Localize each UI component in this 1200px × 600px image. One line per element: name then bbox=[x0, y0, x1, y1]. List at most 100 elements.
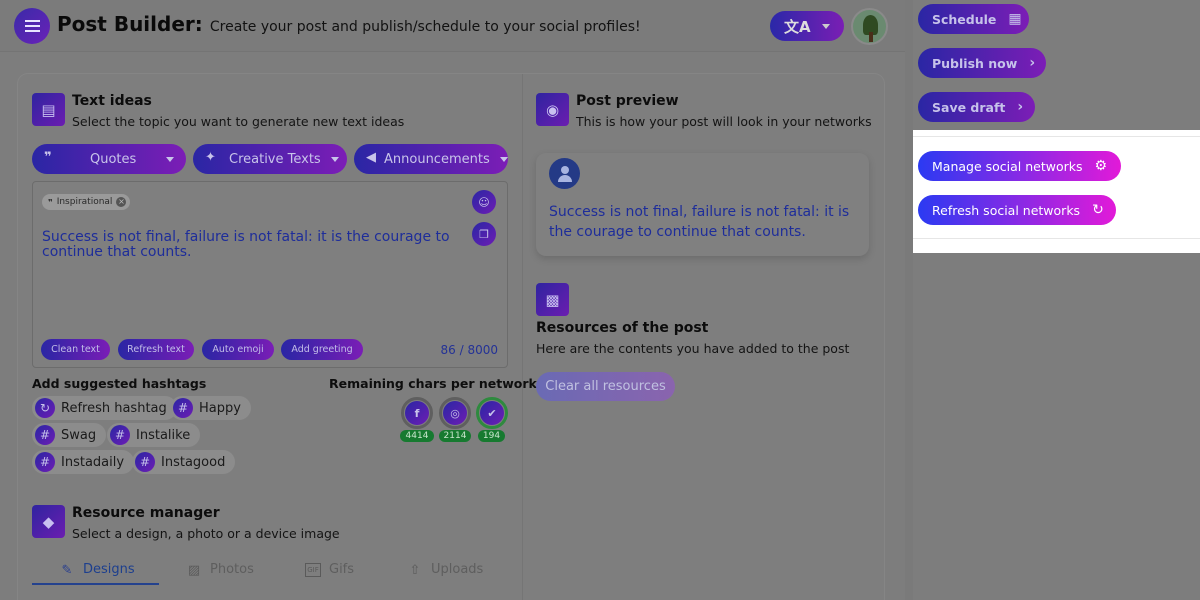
eye-icon: ◉ bbox=[536, 93, 569, 126]
text-editor[interactable]: ❞ Inspirational × Success is not final, … bbox=[32, 181, 508, 368]
editor-text[interactable]: Success is not final, failure is not fat… bbox=[42, 230, 462, 260]
facebook-network: f bbox=[401, 397, 433, 429]
publish-label: Publish now bbox=[932, 55, 1018, 71]
tab-label: Uploads bbox=[431, 562, 484, 577]
hash-icon: # bbox=[35, 452, 55, 472]
hash-icon: # bbox=[173, 398, 193, 418]
tab-designs[interactable]: ✎ Designs bbox=[59, 562, 135, 578]
menu-button[interactable] bbox=[14, 8, 50, 44]
refresh-hashtag-button[interactable]: ↻ Refresh hashtag bbox=[32, 396, 177, 420]
refresh-icon: ↻ bbox=[35, 398, 55, 418]
facebook-remaining-count: 4414 bbox=[400, 430, 434, 442]
chevron-down-icon bbox=[822, 23, 830, 29]
post-preview-title: Post preview bbox=[576, 93, 679, 109]
hashtag-chip[interactable]: # Instalike bbox=[107, 423, 201, 447]
top-bar: Post Builder: Create your post and publi… bbox=[0, 0, 905, 52]
instagram-icon: ◎ bbox=[443, 401, 467, 425]
avatar[interactable] bbox=[851, 8, 888, 45]
topic-chip[interactable]: ❞ Inspirational × bbox=[42, 194, 131, 210]
tab-gifs[interactable]: GIF Gifs bbox=[305, 562, 354, 577]
topic-chip-label: Inspirational bbox=[56, 197, 113, 207]
resource-manager-subtitle: Select a design, a photo or a device ima… bbox=[72, 526, 340, 541]
auto-emoji-button[interactable]: Auto emoji bbox=[202, 339, 274, 360]
text-ideas-subtitle: Select the topic you want to generate ne… bbox=[72, 114, 405, 129]
add-greeting-button[interactable]: Add greeting bbox=[281, 339, 363, 360]
tab-label: Photos bbox=[210, 562, 254, 577]
post-preview-card: Success is not final, failure is not fat… bbox=[536, 153, 869, 256]
megaphone-icon: ◀ bbox=[366, 150, 376, 165]
facebook-icon: f bbox=[405, 401, 429, 425]
hashtag-label: Happy bbox=[199, 400, 241, 416]
resource-manager-title: Resource manager bbox=[72, 505, 220, 521]
tab-uploads[interactable]: ⇧ Uploads bbox=[407, 562, 484, 578]
magic-wand-icon: ✎ bbox=[61, 562, 73, 578]
hashtag-chip[interactable]: # Swag bbox=[32, 423, 107, 447]
language-button[interactable]: 文A bbox=[770, 11, 844, 41]
user-avatar-icon bbox=[549, 158, 580, 189]
close-icon[interactable]: × bbox=[116, 197, 127, 207]
chevron-down-icon bbox=[166, 156, 174, 162]
image-icon: ▨ bbox=[187, 562, 201, 578]
tab-label: Gifs bbox=[329, 562, 355, 577]
remaining-chars-title: Remaining chars per network bbox=[329, 376, 537, 391]
category-label: Announcements bbox=[384, 151, 490, 167]
hash-icon: # bbox=[110, 425, 130, 445]
divider bbox=[913, 136, 1200, 137]
twitter-network: ✔ bbox=[476, 397, 508, 429]
hashtag-label: Instalike bbox=[136, 427, 191, 443]
divider bbox=[913, 238, 1200, 239]
save-draft-label: Save draft bbox=[932, 99, 1006, 115]
hashtag-label: Instadaily bbox=[61, 454, 125, 470]
sparkle-icon: ✦ bbox=[205, 150, 216, 165]
manage-label: Manage social networks bbox=[932, 158, 1083, 174]
page-title: Post Builder: Create your post and publi… bbox=[57, 12, 641, 36]
hash-icon: # bbox=[135, 452, 155, 472]
active-tab-indicator bbox=[32, 583, 159, 585]
refresh-text-button[interactable]: Refresh text bbox=[118, 339, 194, 360]
text-ideas-icon: ▤ bbox=[32, 93, 65, 126]
chevron-right-icon: › bbox=[1029, 55, 1036, 71]
category-label: Quotes bbox=[90, 151, 137, 167]
emoji-icon[interactable]: ☺ bbox=[472, 190, 496, 214]
hashtag-chip[interactable]: # Instagood bbox=[132, 450, 236, 474]
clear-all-resources-button[interactable]: Clear all resources bbox=[536, 372, 675, 401]
category-quotes-button[interactable]: ❞ Quotes bbox=[32, 144, 186, 174]
side-panel-bottom bbox=[913, 253, 1200, 600]
hashtag-label: Swag bbox=[61, 427, 97, 443]
calendar-icon: ▦ bbox=[1008, 11, 1022, 27]
translate-icon: 文A bbox=[784, 17, 811, 36]
cube-icon: ◆ bbox=[32, 505, 65, 538]
publish-now-button[interactable]: Publish now › bbox=[918, 48, 1046, 78]
post-preview-text: Success is not final, failure is not fat… bbox=[549, 204, 850, 240]
text-ideas-title: Text ideas bbox=[72, 93, 152, 109]
post-preview-subtitle: This is how your post will look in your … bbox=[576, 114, 872, 129]
tab-photos[interactable]: ▨ Photos bbox=[186, 562, 254, 578]
hashtag-chip[interactable]: # Happy bbox=[170, 396, 251, 420]
chevron-down-icon bbox=[330, 156, 339, 162]
schedule-button[interactable]: Schedule ▦ bbox=[918, 4, 1029, 34]
chevron-right-icon: › bbox=[1017, 99, 1024, 115]
twitter-icon: ✔ bbox=[480, 401, 504, 425]
resources-subtitle: Here are the contents you have added to … bbox=[536, 341, 850, 356]
clean-text-button[interactable]: Clean text bbox=[41, 339, 110, 360]
manage-social-networks-button[interactable]: Manage social networks ⚙ bbox=[918, 151, 1121, 181]
quote-icon: ❞ bbox=[48, 197, 53, 207]
copy-icon[interactable]: ❐ bbox=[472, 222, 496, 246]
hashtags-title: Add suggested hashtags bbox=[32, 376, 207, 391]
save-draft-button[interactable]: Save draft › bbox=[918, 92, 1035, 122]
page-title-subtitle: Create your post and publish/schedule to… bbox=[209, 19, 641, 35]
hashtag-chip[interactable]: # Instadaily bbox=[32, 450, 135, 474]
column-divider bbox=[522, 74, 523, 600]
category-creative-texts-button[interactable]: ✦ Creative Texts bbox=[193, 144, 347, 174]
twitter-remaining-count: 194 bbox=[478, 430, 505, 442]
user-settings-icon: ⚙ bbox=[1094, 158, 1108, 174]
chevron-down-icon bbox=[499, 156, 508, 162]
quote-icon: ❞ bbox=[44, 150, 52, 165]
instagram-remaining-count: 2114 bbox=[439, 430, 471, 442]
social-networks-panel bbox=[913, 130, 1200, 253]
refresh-label: Refresh social networks bbox=[932, 202, 1081, 218]
refresh-social-networks-button[interactable]: Refresh social networks ↻ bbox=[918, 195, 1116, 225]
category-announcements-button[interactable]: ◀ Announcements bbox=[354, 144, 508, 174]
page-title-main: Post Builder: bbox=[57, 12, 203, 36]
gif-icon: GIF bbox=[305, 562, 321, 577]
